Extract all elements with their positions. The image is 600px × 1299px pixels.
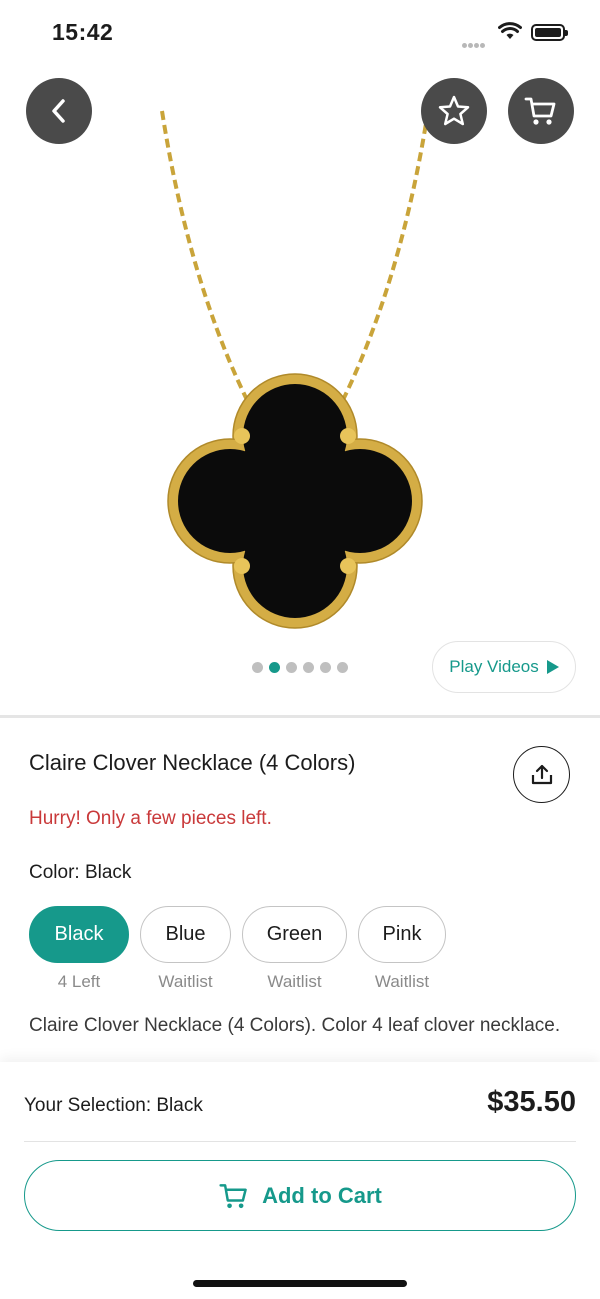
- add-to-cart-button[interactable]: Add to Cart: [24, 1160, 576, 1231]
- divider: [24, 1141, 576, 1142]
- share-button[interactable]: [513, 746, 570, 803]
- color-option: Black 4 Left: [29, 906, 129, 992]
- selection-text: Your Selection: Black: [24, 1095, 203, 1116]
- back-button[interactable]: [26, 78, 92, 144]
- product-image: [160, 110, 430, 629]
- pagination-dot[interactable]: [337, 662, 348, 673]
- signal-icon: [462, 35, 488, 48]
- pagination-dot[interactable]: [320, 662, 331, 673]
- color-option-pink-button[interactable]: Pink: [358, 906, 446, 963]
- status-bar: 15:42: [0, 0, 600, 66]
- home-indicator: [193, 1280, 407, 1287]
- price: $35.50: [487, 1086, 576, 1118]
- pagination-dot[interactable]: [269, 662, 280, 673]
- color-option: Pink Waitlist: [358, 906, 446, 992]
- add-to-cart-label: Add to Cart: [262, 1182, 382, 1208]
- stock-warning: Hurry! Only a few pieces left.: [29, 808, 272, 829]
- color-option-black-button[interactable]: Black: [29, 906, 129, 963]
- checkout-panel: Your Selection: Black $35.50 Add to Cart: [0, 1062, 600, 1299]
- divider: [0, 715, 600, 718]
- status-time: 15:42: [52, 19, 114, 45]
- cart-icon: [219, 1183, 247, 1208]
- color-label: Color: Black: [29, 862, 132, 883]
- color-option-availability: Waitlist: [267, 972, 322, 991]
- color-option-availability: 4 Left: [57, 972, 101, 991]
- play-icon: [546, 660, 559, 674]
- product-gallery[interactable]: Play Videos: [0, 66, 600, 716]
- product-title: Claire Clover Necklace (4 Colors): [29, 750, 356, 775]
- pagination-dot[interactable]: [286, 662, 297, 673]
- play-videos-button[interactable]: Play Videos: [432, 641, 576, 693]
- pagination-dot[interactable]: [303, 662, 314, 673]
- color-option-availability: Waitlist: [374, 972, 430, 991]
- wifi-icon: [498, 22, 522, 39]
- cart-icon: [524, 97, 556, 125]
- battery-icon: [531, 24, 568, 41]
- color-options: Black 4 Left Blue Waitlist Green Waitlist Pink…: [29, 906, 446, 992]
- color-option: Green Waitlist: [242, 906, 347, 992]
- color-option-green-button[interactable]: Green: [242, 906, 347, 963]
- favorite-button[interactable]: [421, 78, 487, 144]
- play-videos-label: Play Videos: [449, 657, 539, 676]
- star-icon: [438, 95, 470, 126]
- share-icon: [531, 764, 552, 784]
- product-description: Claire Clover Necklace (4 Colors). Color…: [29, 1015, 561, 1036]
- cart-button[interactable]: [508, 78, 574, 144]
- color-option-blue-button[interactable]: Blue: [140, 906, 231, 963]
- back-icon: [52, 99, 65, 123]
- image-pagination[interactable]: [252, 662, 348, 674]
- color-option-availability: Waitlist: [158, 972, 213, 991]
- color-option: Blue Waitlist: [140, 906, 231, 992]
- pagination-dot[interactable]: [252, 662, 263, 673]
